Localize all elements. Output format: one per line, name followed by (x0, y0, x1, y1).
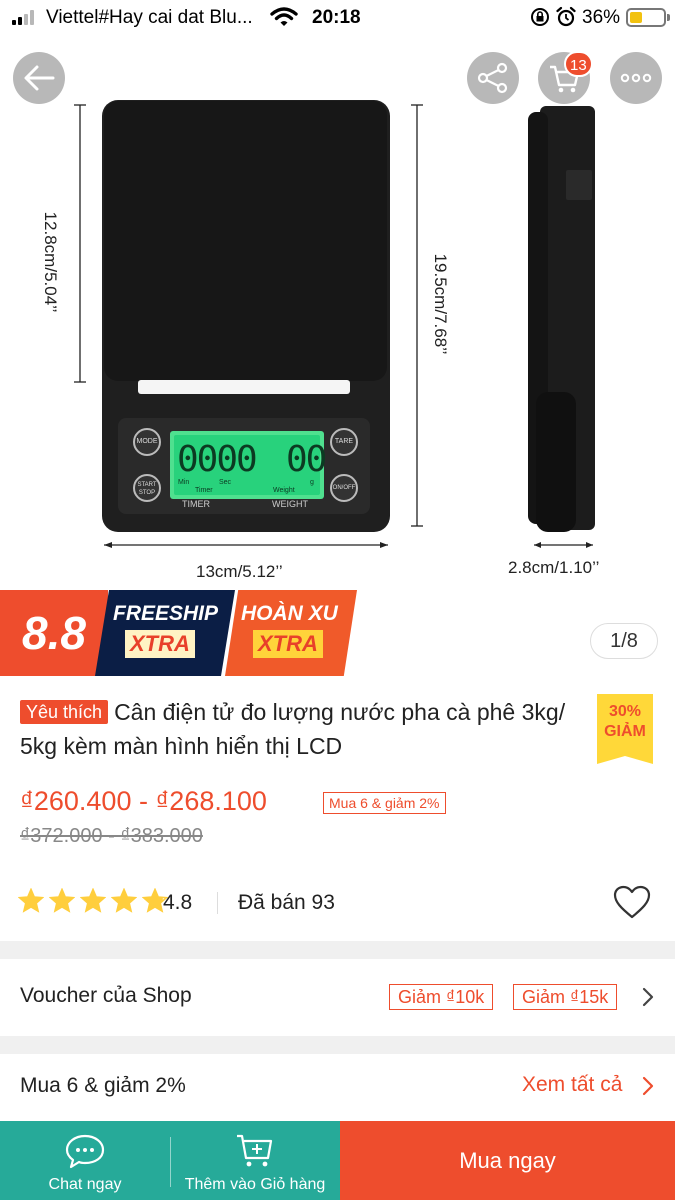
buy-now-button[interactable]: Mua ngay (340, 1121, 675, 1200)
bundle-deal-label: Mua 6 & giảm 2% (20, 1074, 186, 1097)
back-arrow-icon (24, 65, 55, 91)
add-cart-icon (237, 1134, 273, 1167)
chat-now-button[interactable]: Chat ngay (0, 1121, 170, 1200)
star-icon (111, 888, 137, 913)
bottom-bar-divider (170, 1137, 171, 1187)
battery-icon (626, 8, 670, 27)
bundle-deal-tag: Mua 6 & giảm 2% (323, 792, 446, 814)
share-icon (477, 62, 508, 94)
add-to-cart-label: Thêm vào Giỏ hàng (184, 1176, 326, 1193)
chevron-right-icon (642, 1076, 654, 1096)
signal-icon (12, 9, 38, 25)
voucher-chip[interactable]: Giảm ₫10k (389, 984, 494, 1010)
clock-time: 20:18 (312, 7, 361, 28)
section-gap (0, 941, 675, 959)
chevron-right-icon (642, 987, 654, 1007)
cart-count-badge: 13 (564, 51, 593, 77)
back-button[interactable] (13, 52, 65, 104)
original-price: ₫372.000 - ₫383.000 (20, 825, 203, 847)
section-gap (0, 1036, 675, 1054)
hoanxu-xtra-badge: HOÀN XU XTRA (225, 590, 357, 676)
more-options-button[interactable] (610, 52, 662, 104)
star-icon (18, 888, 44, 913)
promo-banner[interactable]: 8.8 FREESHIP XTRA HOÀN XU XTRA (0, 590, 357, 676)
rating-stars (18, 888, 173, 918)
share-button[interactable] (467, 52, 519, 104)
rotation-lock-icon (531, 8, 549, 26)
dimension-thickness-label: 2.8cm/1.10’’ (508, 558, 600, 577)
sale-88-badge: 8.8 (0, 590, 108, 676)
carrier-name: Viettel#Hay cai dat Blu... (46, 7, 253, 28)
dimension-height-label: 19.5cm/7.68’’ (431, 253, 450, 355)
favorite-shop-badge: Yêu thích (20, 700, 109, 724)
chat-now-label: Chat ngay (48, 1176, 122, 1193)
sold-count: Đã bán 93 (238, 891, 335, 914)
star-icon (49, 888, 75, 913)
product-image-carousel[interactable]: 0000 00 Min Sec Timer Weight g MODE TARE… (0, 36, 675, 590)
image-page-indicator: 1/8 (590, 623, 658, 659)
product-title-block: Yêu thích Cân điện tử đo lượng nước pha c… (20, 695, 590, 763)
add-to-cart-button[interactable]: Thêm vào Giỏ hàng (170, 1121, 340, 1200)
see-all-link[interactable]: Xem tất cả (522, 1073, 622, 1097)
freeship-xtra-badge: FREESHIP XTRA (95, 590, 235, 676)
alarm-icon (556, 6, 576, 27)
rating-value: 4.8 (163, 891, 193, 914)
bottom-action-bar: Chat ngay Thêm vào Giỏ hàng Mua ngay (0, 1121, 675, 1200)
wifi-icon (270, 7, 298, 26)
dimension-width-label: 13cm/5.12’’ (196, 562, 283, 581)
star-icon (80, 888, 106, 913)
discount-badge: 30% GIẢM (597, 694, 653, 764)
status-bar: Viettel#Hay cai dat Blu... 20:18 36% (0, 0, 675, 36)
chat-bubble-icon (65, 1134, 105, 1169)
scale-side-view (528, 106, 595, 532)
voucher-chip[interactable]: Giảm ₫15k (513, 984, 618, 1010)
current-price: ₫260.400 - ₫268.100 (20, 786, 267, 816)
rating-divider (217, 892, 218, 914)
heart-icon[interactable] (612, 884, 652, 920)
more-dots-icon (620, 73, 652, 83)
battery-percent: 36% (582, 7, 621, 28)
dimension-depth-label: 12.8cm/5.04’’ (41, 211, 60, 313)
voucher-label: Voucher của Shop (20, 984, 192, 1007)
